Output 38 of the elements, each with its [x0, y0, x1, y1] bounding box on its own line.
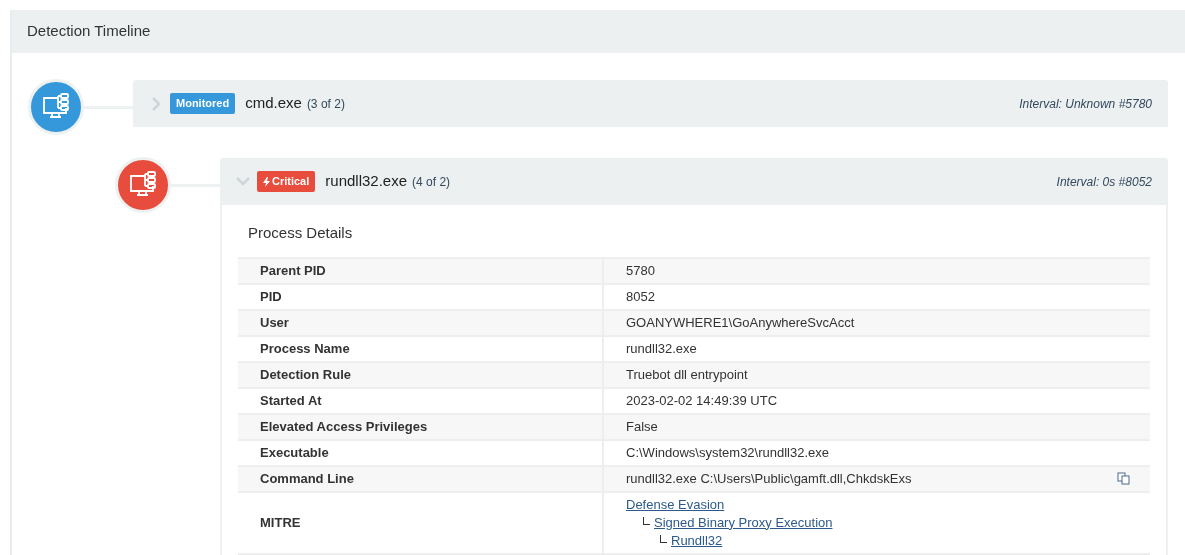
field-label: Process Name [260, 339, 350, 358]
field-value: GOANYWHERE1\GoAnywhereSvcAcct [626, 313, 856, 332]
panel-header: Detection Timeline [12, 10, 1185, 53]
field-value: 8052 [626, 287, 656, 306]
process-count: (3 of 2) [306, 95, 345, 113]
tree-branch-icon [660, 534, 667, 543]
mitre-link[interactable]: Defense Evasion [626, 495, 725, 514]
interval-text: Interval: 0s #8052 [1056, 173, 1152, 191]
field-value: rundll32.exe C:\Users\Public\gamft.dll,ChkdskExs [626, 469, 913, 488]
field-value: C:\Windows\system32\rundll32.exe [626, 443, 831, 462]
field-value: rundll32.exe [626, 339, 698, 358]
field-label: Executable [260, 443, 329, 462]
mitre-link[interactable]: Signed Binary Proxy Execution [654, 513, 833, 532]
process-name: rundll32.exe [325, 171, 408, 192]
process-name: cmd.exe [245, 93, 302, 114]
interval-text: Interval: Unknown #5780 [1019, 95, 1152, 113]
copy-icon[interactable] [1117, 472, 1130, 485]
field-label: Command Line [260, 469, 354, 488]
field-value: Truebot dll entrypoint [626, 365, 749, 384]
field-value: 5780 [626, 261, 656, 280]
field-label: Parent PID [260, 261, 326, 280]
field-value: 2023-02-02 14:49:39 UTC [626, 391, 779, 410]
field-label: PID [260, 287, 282, 306]
field-label: Detection Rule [260, 365, 351, 384]
field-label: Started At [260, 391, 322, 410]
field-label: Elevated Access Privileges [260, 417, 428, 436]
process-count: (4 of 2) [412, 173, 451, 191]
tree-branch-icon [643, 516, 650, 525]
chevron-down-icon[interactable] [236, 177, 250, 186]
severity-badge: Monitored [170, 93, 236, 114]
mitre-link[interactable]: Rundll32 [671, 531, 723, 550]
chevron-right-icon[interactable] [151, 96, 161, 111]
bolt-icon [263, 176, 270, 187]
severity-badge: Critical [257, 171, 316, 192]
field-label: User [260, 313, 289, 332]
field-value: False [626, 417, 659, 436]
section-title: Process Details [247, 223, 354, 243]
field-label: MITRE [260, 513, 301, 532]
